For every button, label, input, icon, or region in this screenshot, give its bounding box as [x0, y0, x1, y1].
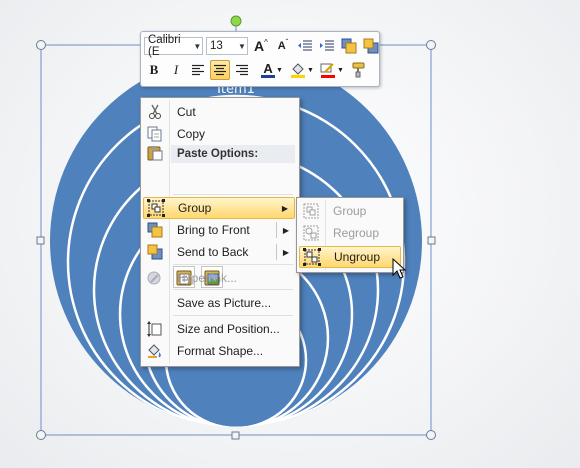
submenu-item-label: Regroup: [333, 226, 380, 240]
paste-icon: [143, 142, 167, 164]
handle-bottom-right: [426, 430, 436, 440]
italic-icon[interactable]: I: [166, 60, 186, 80]
send-to-back-icon: [143, 241, 167, 263]
menu-item-format-shape[interactable]: Format Shape...: [143, 340, 295, 362]
font-name-value: Calibri (E: [148, 34, 181, 58]
highlight-icon[interactable]: ▼: [318, 60, 346, 80]
scissors-icon: [143, 101, 167, 123]
menu-item-send-to-back[interactable]: Send to Back ▶: [143, 241, 295, 263]
menu-item-label: Cut: [177, 105, 196, 119]
handle-top-right: [426, 40, 436, 50]
menu-item-size-and-position[interactable]: Size and Position...: [143, 318, 295, 340]
chevron-down-icon: ▼: [193, 41, 202, 51]
menu-item-hyperlink: Hyperlink...: [143, 267, 295, 289]
submenu-item-label: Ungroup: [334, 250, 381, 264]
menu-item-cut[interactable]: Cut: [143, 101, 295, 123]
submenu-item-group: Group: [299, 200, 401, 222]
submenu-item-regroup: Regroup: [299, 222, 401, 244]
paste-options-header: Paste Options:: [171, 145, 295, 163]
bring-forward-icon[interactable]: [339, 36, 359, 56]
mini-toolbar: Calibri (E ▼ 13 ▼ A ^ Aˇ B I A ▼ ▼ ▼: [140, 31, 380, 87]
menu-item-label: Bring to Front: [177, 223, 250, 237]
menu-separator: [173, 264, 293, 265]
align-right-icon[interactable]: [232, 60, 252, 80]
submenu-arrow-icon: ▶: [281, 203, 288, 213]
menu-separator: [173, 289, 293, 290]
rotation-handle: [230, 15, 242, 27]
format-painter-icon[interactable]: [348, 60, 368, 80]
menu-item-label: Size and Position...: [177, 322, 280, 336]
context-menu: Cut Copy Paste Options: Group ▶ Bring to…: [140, 97, 300, 367]
decrease-indent-icon[interactable]: [295, 36, 315, 56]
increase-indent-icon[interactable]: [317, 36, 337, 56]
menu-item-label: Hyperlink...: [177, 271, 238, 285]
shrink-font-icon[interactable]: Aˇ: [273, 36, 293, 56]
font-size-value: 13: [210, 40, 223, 52]
menu-item-label: Group: [178, 201, 212, 215]
send-backward-icon[interactable]: [361, 36, 381, 56]
submenu-item-label: Group: [333, 204, 367, 218]
regroup-icon: [299, 222, 323, 244]
handle-right: [427, 236, 436, 245]
font-color-icon[interactable]: A ▼: [258, 60, 286, 80]
mouse-cursor-icon: [392, 258, 407, 279]
ungroup-icon: [300, 246, 324, 268]
group-submenu: Group Regroup Ungroup: [296, 197, 404, 273]
handle-left: [36, 236, 45, 245]
font-size-combo[interactable]: 13 ▼: [206, 37, 248, 55]
handle-top-left: [36, 40, 46, 50]
handle-bottom: [231, 431, 240, 440]
grow-font-icon[interactable]: A ^: [251, 36, 271, 56]
group-icon: [299, 200, 323, 222]
menu-item-bring-to-front[interactable]: Bring to Front ▶: [143, 219, 295, 241]
chevron-down-icon: ▼: [238, 41, 246, 51]
submenu-arrow-icon: ▶: [282, 225, 289, 235]
group-icon: [144, 197, 168, 219]
menu-item-label: Format Shape...: [177, 344, 264, 358]
menu-separator: [173, 315, 293, 316]
submenu-item-ungroup[interactable]: Ungroup: [299, 246, 401, 268]
menu-item-group[interactable]: Group ▶: [143, 197, 295, 219]
size-position-icon: [143, 318, 167, 340]
bring-to-front-icon: [143, 219, 167, 241]
submenu-arrow-icon: ▶: [282, 247, 289, 257]
menu-item-label: Send to Back: [177, 245, 249, 259]
format-shape-icon: [143, 340, 167, 362]
font-name-combo[interactable]: Calibri (E ▼: [144, 34, 203, 58]
handle-bottom-left: [36, 430, 46, 440]
shape-fill-icon[interactable]: ▼: [288, 60, 316, 80]
bold-icon[interactable]: B: [144, 60, 164, 80]
align-left-icon[interactable]: [188, 60, 208, 80]
menu-item-save-as-picture[interactable]: Save as Picture...: [143, 292, 295, 314]
menu-item-label: Copy: [177, 127, 206, 141]
hyperlink-icon: [143, 267, 167, 289]
align-center-icon[interactable]: [210, 60, 230, 80]
menu-item-label: Save as Picture...: [177, 296, 272, 310]
menu-separator: [173, 194, 293, 195]
